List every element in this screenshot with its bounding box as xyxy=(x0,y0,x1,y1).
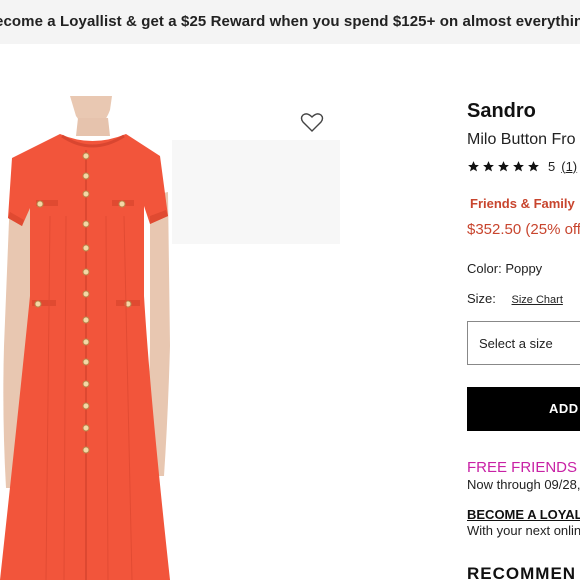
model-neck xyxy=(76,118,110,136)
product-title: Milo Button Fro xyxy=(467,131,576,148)
offer-title: FREE FRIENDS A xyxy=(467,459,580,476)
size-select-placeholder: Select a size xyxy=(479,336,553,351)
sale-price: $352.50 (25% off) xyxy=(467,221,580,238)
dress-image xyxy=(0,96,340,580)
size-label: Size: xyxy=(467,291,496,306)
star-icon xyxy=(528,160,539,171)
size-row: Size: Size Chart xyxy=(467,291,563,306)
star-icon xyxy=(498,160,509,171)
become-loyallist-link[interactable]: BECOME A LOYALL xyxy=(467,507,580,522)
brand-name[interactable]: Sandro xyxy=(467,100,536,123)
recommendations-heading: RECOMMEN xyxy=(467,564,577,580)
color-row: Color: Poppy xyxy=(467,261,542,276)
color-label: Color: xyxy=(467,261,502,276)
add-button-label: ADD xyxy=(549,401,579,416)
promo-label: Friends & Family xyxy=(470,196,575,211)
product-details: Sandro Milo Button Fro 5 (1) Friends & F… xyxy=(467,0,580,580)
loyallist-subtext: With your next onlin xyxy=(467,523,580,538)
heart-outline-icon[interactable] xyxy=(300,111,324,133)
star-icon xyxy=(483,160,494,171)
star-icon xyxy=(468,160,479,171)
review-count-link[interactable]: (1) xyxy=(561,159,577,174)
gallery-background xyxy=(172,140,340,244)
star-icon xyxy=(513,160,524,171)
size-chart-link[interactable]: Size Chart xyxy=(512,294,563,306)
add-to-bag-button[interactable]: ADD xyxy=(467,387,580,431)
rating-row[interactable]: 5 (1) xyxy=(467,158,577,174)
product-image[interactable] xyxy=(0,96,340,580)
color-value: Poppy xyxy=(505,261,543,276)
size-select[interactable]: Select a size xyxy=(467,321,580,365)
offer-dates: Now through 09/28, xyxy=(467,477,580,492)
rating-value: 5 xyxy=(548,158,556,174)
